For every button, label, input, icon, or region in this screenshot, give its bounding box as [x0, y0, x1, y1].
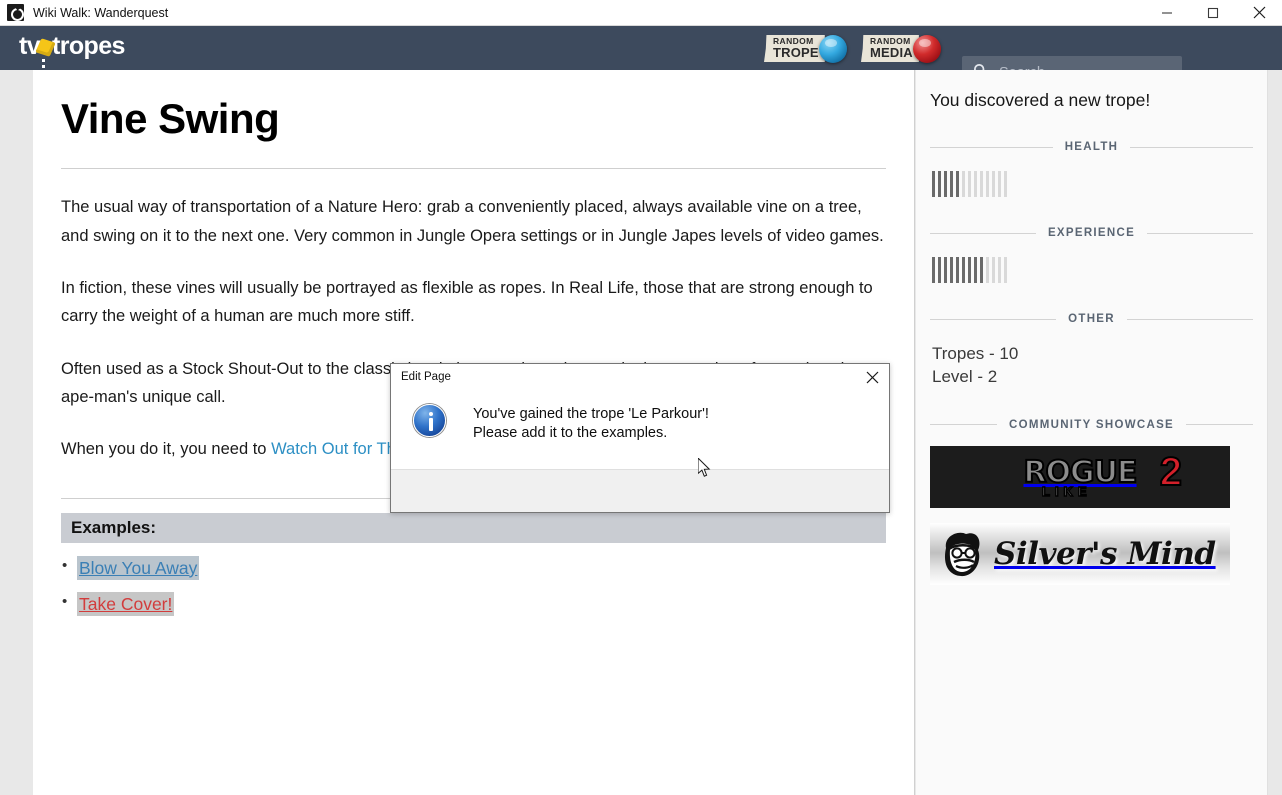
experience-tick [962, 257, 965, 283]
showcase-banner-silvers-mind[interactable]: Silver's Mind [930, 522, 1230, 585]
list-item: Take Cover! [62, 591, 886, 616]
silvers-mind-title: Silver's Mind [994, 535, 1216, 572]
experience-tick [974, 257, 977, 283]
experience-bar [930, 257, 1253, 283]
other-label: OTHER [1068, 313, 1115, 325]
experience-tick [998, 257, 1001, 283]
experience-tick [968, 257, 971, 283]
stat-level: Level - 2 [932, 366, 998, 386]
examples-heading: Examples: [61, 512, 886, 543]
random-trope-tag: RANDOM TROPE [764, 35, 825, 62]
health-tick [962, 171, 965, 197]
experience-tick [944, 257, 947, 283]
health-tick [968, 171, 971, 197]
window-controls [1144, 0, 1282, 25]
dialog-message: You've gained the trope 'Le Parkour'! Pl… [473, 405, 709, 443]
left-gutter [0, 70, 33, 795]
experience-tick [932, 257, 935, 283]
dialog-body: You've gained the trope 'Le Parkour'! Pl… [391, 390, 889, 470]
dialog-message-line1: You've gained the trope 'Le Parkour'! [473, 406, 709, 422]
examples-list: Blow You Away Take Cover! [61, 555, 886, 616]
list-item: Blow You Away [62, 555, 886, 580]
window-title-bar: Wiki Walk: Wanderquest [0, 0, 1282, 26]
health-tick [992, 171, 995, 197]
roguelike-number: 2 [1159, 449, 1183, 494]
closing-text: When you do it, you need to [61, 440, 272, 459]
experience-tick [992, 257, 995, 283]
divider-line [930, 232, 1036, 234]
health-tick [980, 171, 983, 197]
stat-tropes: Tropes - 10 [932, 344, 1019, 363]
community-showcase-header: COMMUNITY SHOWCASE [930, 419, 1253, 431]
health-tick [998, 171, 1001, 197]
experience-tick [986, 257, 989, 283]
logo-text-post: tropes [52, 32, 125, 60]
health-tick [938, 171, 941, 197]
article-paragraph-1: The usual way of transportation of a Nat… [61, 198, 884, 245]
divider-line [1130, 146, 1253, 148]
other-section-header: OTHER [930, 313, 1253, 325]
minimize-icon[interactable] [1144, 0, 1190, 25]
health-bar [930, 171, 1253, 197]
health-tick [956, 171, 959, 197]
random-media-line2: MEDIA [870, 45, 913, 61]
dialog-title-bar: Edit Page [391, 364, 889, 390]
browser-page: tv tropes RANDOM TROPE RANDOM MEDIA Sear… [0, 26, 1282, 795]
random-trope-line2: TROPE [773, 45, 819, 61]
health-tick [974, 171, 977, 197]
divider-line [1186, 424, 1253, 426]
edit-page-dialog: Edit Page You've gained the trope 'Le Pa… [390, 363, 890, 513]
experience-tick [1004, 257, 1007, 283]
roguelike-subtitle: LIKE [1041, 483, 1092, 499]
blue-orb-icon [818, 34, 847, 63]
health-tick [944, 171, 947, 197]
experience-tick [938, 257, 941, 283]
page-title: Vine Swing [61, 95, 280, 142]
health-section-header: HEALTH [930, 141, 1253, 153]
divider-line [930, 318, 1057, 320]
article-paragraph-2: In fiction, these vines will usually be … [61, 278, 873, 326]
health-label: HEALTH [1064, 141, 1119, 153]
app-icon [7, 4, 24, 21]
divider-line [1126, 318, 1253, 320]
game-sidebar: You discovered a new trope! HEALTH EXPER… [916, 70, 1268, 795]
title-divider [61, 168, 886, 170]
discovery-message: You discovered a new trope! [930, 90, 1151, 110]
cartoon-face-icon [936, 528, 988, 580]
divider-line [1147, 232, 1254, 234]
window-title: Wiki Walk: Wanderquest [33, 5, 169, 20]
dialog-footer [391, 469, 889, 512]
random-media-tag: RANDOM MEDIA [861, 35, 919, 62]
divider-line [930, 424, 997, 426]
close-icon[interactable] [1236, 0, 1282, 25]
experience-tick [950, 257, 953, 283]
site-header: tv tropes RANDOM TROPE RANDOM MEDIA [0, 26, 1282, 89]
community-showcase-label: COMMUNITY SHOWCASE [1008, 418, 1175, 431]
random-trope-button[interactable]: RANDOM TROPE [764, 34, 847, 63]
dialog-message-line2: Please add it to the examples. [473, 425, 668, 442]
experience-label: EXPERIENCE [1047, 227, 1136, 239]
close-icon[interactable] [855, 364, 889, 390]
random-trope-line1: RANDOM [773, 35, 814, 46]
random-media-button[interactable]: RANDOM MEDIA [861, 34, 941, 63]
example-link-take-cover[interactable]: Take Cover! [77, 591, 175, 616]
experience-section-header: EXPERIENCE [930, 227, 1254, 239]
example-link-blow-you-away[interactable]: Blow You Away [77, 555, 200, 580]
info-icon [413, 404, 446, 437]
right-gutter [1269, 70, 1282, 795]
health-tick [1004, 171, 1007, 197]
tvtropes-logo[interactable]: tv tropes [19, 32, 125, 62]
dialog-title: Edit Page [401, 371, 451, 383]
red-orb-icon [912, 34, 941, 63]
health-tick [932, 171, 935, 197]
maximize-icon[interactable] [1190, 0, 1236, 25]
experience-tick [980, 257, 983, 283]
health-tick [986, 171, 989, 197]
showcase-banner-roguelike2[interactable]: ROGUE LIKE 2 [930, 445, 1230, 508]
divider-line [930, 146, 1053, 148]
experience-tick [956, 257, 959, 283]
health-tick [950, 171, 953, 197]
random-media-line1: RANDOM [870, 35, 911, 46]
other-stats: Tropes - 10 Level - 2 [930, 343, 1253, 389]
